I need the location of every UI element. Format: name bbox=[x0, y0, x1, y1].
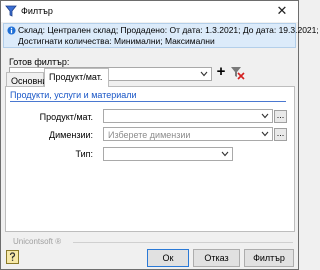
section-title: Продукти, услуги и материали bbox=[10, 90, 137, 100]
chevron-down-icon[interactable] bbox=[261, 131, 269, 137]
chevron-down-icon[interactable] bbox=[200, 71, 208, 77]
info-banner: Склад: Централен склад; Продадено: От да… bbox=[3, 23, 319, 48]
ok-button[interactable]: Ок bbox=[147, 249, 189, 267]
tab-product[interactable]: Продукт/мат. bbox=[44, 68, 109, 87]
dimensions-label: Димензии: bbox=[49, 130, 93, 140]
info-text-line2: Достигнати количества: Минимални; Максим… bbox=[18, 36, 215, 46]
dimensions-placeholder: Изберете димензии bbox=[108, 130, 191, 140]
cancel-button[interactable]: Отказ bbox=[193, 249, 240, 267]
dimensions-select[interactable]: Изберете димензии bbox=[103, 127, 273, 141]
type-select[interactable] bbox=[103, 147, 233, 161]
tab-basic[interactable]: Основни bbox=[6, 72, 47, 86]
add-filter-button[interactable]: + bbox=[214, 64, 228, 80]
funnel-icon bbox=[5, 5, 17, 17]
close-button[interactable]: ✕ bbox=[269, 2, 295, 20]
brand-label: Unicontsoft ® bbox=[13, 237, 62, 246]
chevron-down-icon[interactable] bbox=[221, 151, 229, 157]
product-browse-button[interactable]: ... bbox=[274, 110, 287, 123]
info-icon bbox=[7, 26, 16, 35]
ready-filter-label: Готов филтър: bbox=[9, 57, 70, 67]
window-title: Филтър bbox=[21, 6, 53, 16]
clear-filter-icon[interactable] bbox=[229, 64, 245, 80]
filter-button[interactable]: Филтър bbox=[244, 249, 294, 267]
product-label: Продукт/мат. bbox=[39, 112, 93, 122]
section-divider bbox=[10, 101, 286, 102]
filter-dialog: Филтър ✕ Склад: Централен склад; Продаде… bbox=[0, 0, 319, 270]
product-select[interactable] bbox=[103, 109, 273, 123]
footer-divider bbox=[73, 242, 293, 243]
help-icon[interactable] bbox=[6, 250, 19, 264]
type-label: Тип: bbox=[75, 149, 93, 159]
dimensions-browse-button[interactable]: ... bbox=[274, 128, 287, 141]
chevron-down-icon[interactable] bbox=[261, 113, 269, 119]
title-bar: Филтър ✕ bbox=[1, 1, 298, 22]
info-text-line1: Склад: Централен склад; Продадено: От да… bbox=[18, 25, 319, 35]
